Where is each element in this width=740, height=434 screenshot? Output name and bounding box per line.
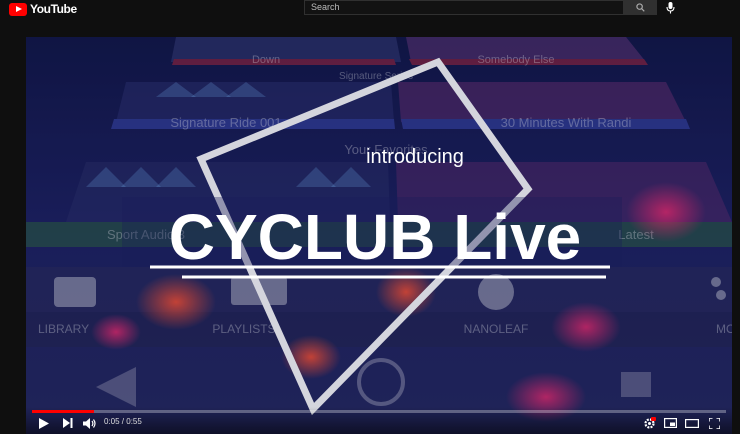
next-button[interactable] [60,415,76,431]
masthead: YouTube Search [0,0,740,20]
youtube-logo-icon [9,2,27,16]
settings-button[interactable] [641,415,657,431]
theater-mode-button[interactable] [684,415,700,431]
settings-icon [643,416,656,429]
progress-bar[interactable] [32,410,726,413]
fullscreen-icon [708,417,720,429]
youtube-logo[interactable]: YouTube [9,2,77,16]
video-frame[interactable]: Down Somebody Else Signature Series Sign… [26,37,732,434]
duration: 0:55 [126,417,142,426]
miniplayer-icon [663,418,677,428]
play-icon [39,417,49,429]
video-player[interactable]: Down Somebody Else Signature Series Sign… [26,37,732,434]
mic-icon [665,2,675,14]
search-button[interactable] [624,0,657,15]
title-cyclub-live: CYCLUB Live [169,201,582,273]
volume-button[interactable] [81,415,97,431]
current-time: 0:05 [104,417,120,426]
theater-icon [685,418,699,428]
miniplayer-button[interactable] [662,415,678,431]
time-display: 0:05 / 0:55 [104,417,142,426]
voice-search-button[interactable] [662,0,678,16]
progress-fill [32,410,95,413]
title-introducing: introducing [366,146,464,168]
search-icon [636,3,645,12]
fullscreen-button[interactable] [706,415,722,431]
logo-text: YouTube [30,2,77,16]
next-icon [63,418,73,428]
search-input[interactable]: Search [304,0,624,15]
play-button[interactable] [36,415,52,431]
volume-icon [82,417,96,429]
